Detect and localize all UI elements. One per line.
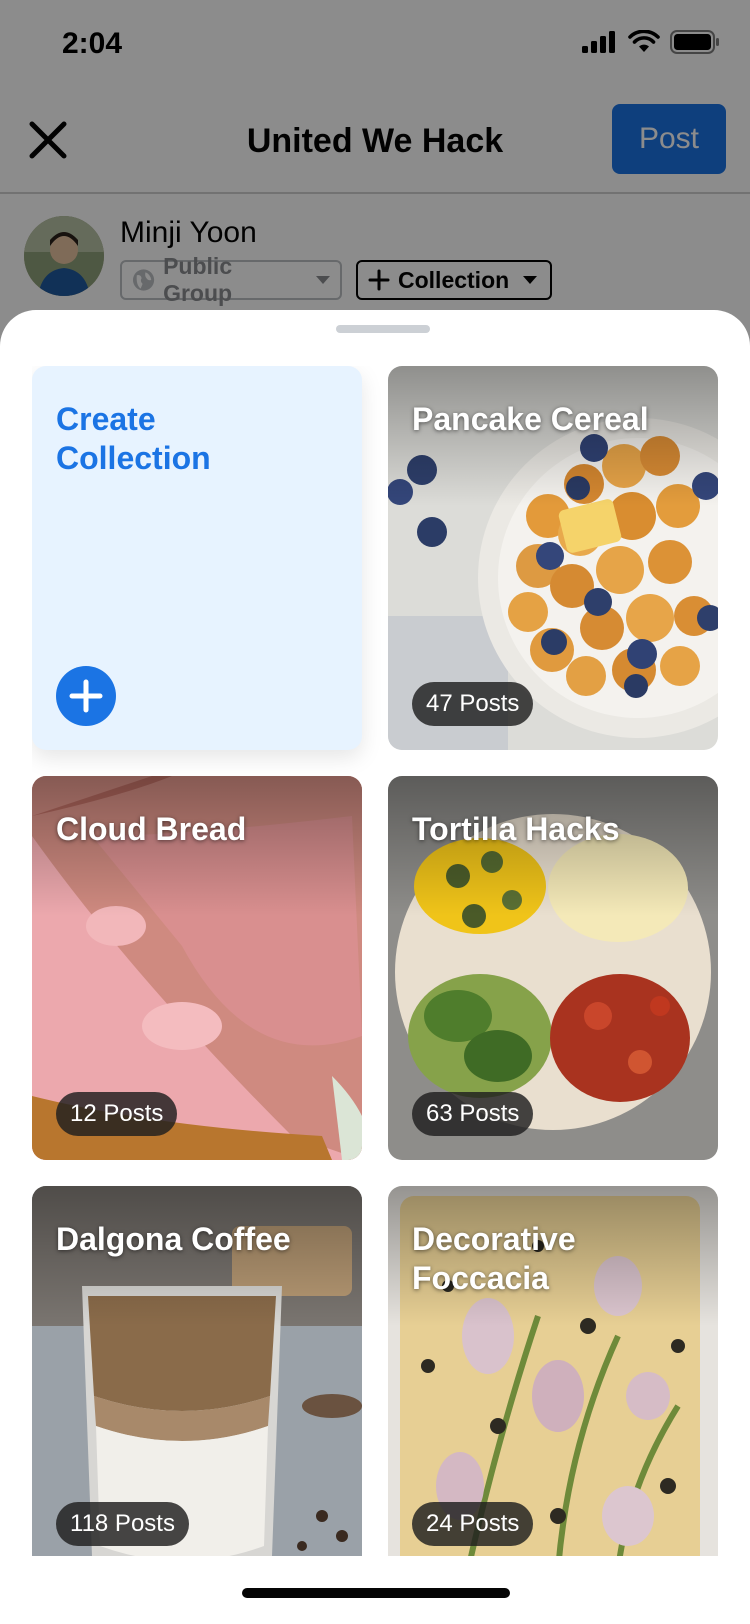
home-indicator[interactable]: [242, 1588, 510, 1598]
collection-title: Decorative Foccacia: [412, 1221, 576, 1296]
collection-card-decorative-foccacia[interactable]: Decorative Foccacia 24 Posts: [388, 1186, 718, 1566]
collection-title: Tortilla Hacks: [412, 811, 620, 847]
collection-card-tortilla-hacks[interactable]: Tortilla Hacks 63 Posts: [388, 776, 718, 1160]
post-count-badge: 63 Posts: [412, 1092, 534, 1136]
home-indicator-area: [0, 1556, 750, 1624]
sheet-grabber[interactable]: [336, 325, 430, 333]
collection-card-pancake-cereal[interactable]: Pancake Cereal 47 Posts: [388, 366, 718, 750]
post-count-badge: 12 Posts: [56, 1092, 178, 1136]
collection-title: Dalgona Coffee: [56, 1221, 291, 1257]
post-count-badge: 118 Posts: [56, 1502, 189, 1546]
create-collection-card[interactable]: Create Collection: [32, 366, 362, 750]
plus-icon: [69, 679, 103, 713]
collection-title: Cloud Bread: [56, 811, 247, 847]
collection-card-dalgona-coffee[interactable]: Dalgona Coffee 118 Posts: [32, 1186, 362, 1566]
add-collection-button[interactable]: [56, 666, 116, 726]
post-count-badge: 24 Posts: [412, 1502, 534, 1546]
collection-card-cloud-bread[interactable]: Cloud Bread 12 Posts: [32, 776, 362, 1160]
collection-picker-sheet: Create Collection Pancake Cereal 47 Post…: [0, 310, 750, 1624]
create-collection-title: Create Collection: [56, 401, 211, 476]
collection-grid: Create Collection Pancake Cereal 47 Post…: [32, 366, 718, 1566]
collection-title: Pancake Cereal: [412, 401, 649, 437]
post-count-badge: 47 Posts: [412, 682, 534, 726]
